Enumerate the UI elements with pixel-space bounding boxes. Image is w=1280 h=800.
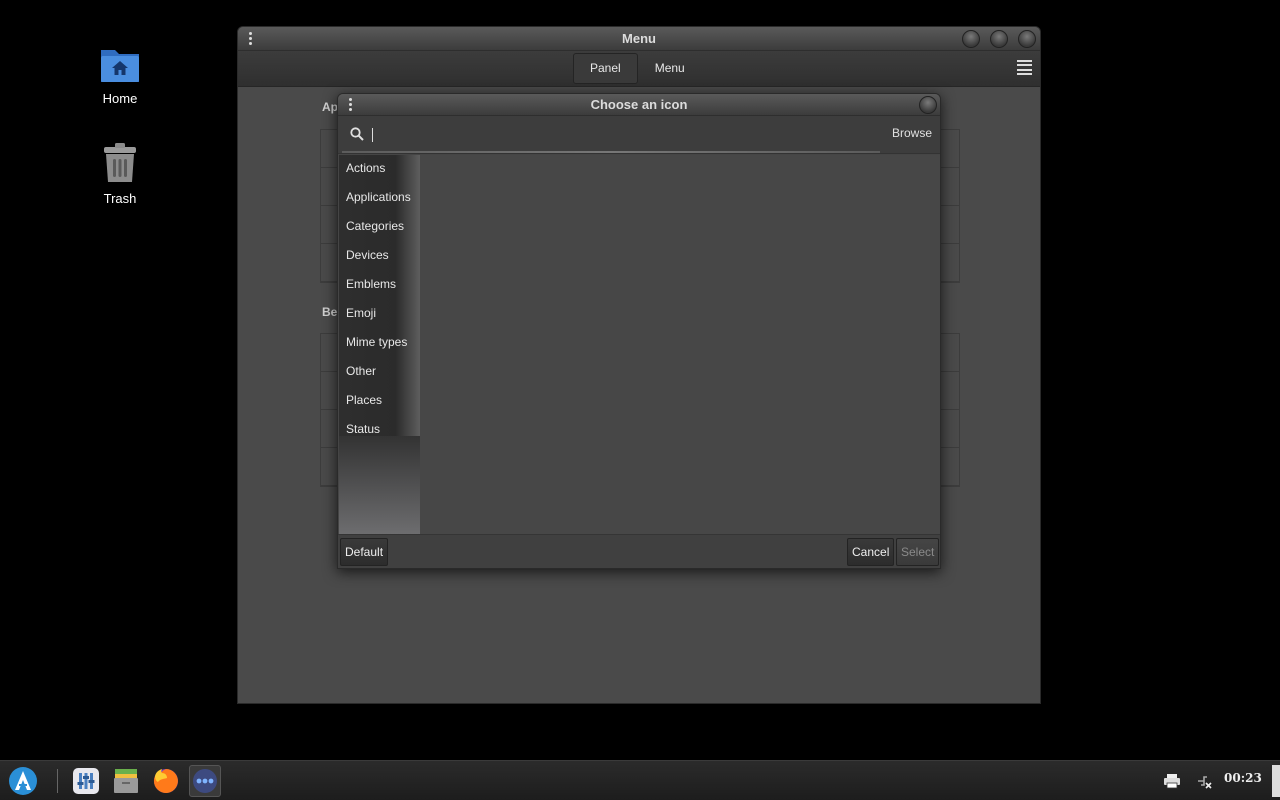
dialog-titlebar[interactable]: Choose an icon (338, 94, 940, 116)
tab-panel[interactable]: Panel (573, 53, 638, 84)
text-cursor (372, 128, 373, 142)
category-emblems[interactable]: Emblems (339, 271, 420, 300)
desktop-icon-label: Trash (103, 191, 137, 206)
firefox-icon (153, 769, 178, 793)
hamburger-menu-icon[interactable] (1017, 60, 1032, 75)
desktop: Home Trash Menu Panel Menu Ap Be Choose … (0, 0, 1280, 760)
minimize-button[interactable] (962, 30, 980, 48)
window-title: Menu (622, 31, 656, 46)
launcher-firefox[interactable] (150, 765, 182, 797)
window-menu-icon[interactable] (348, 98, 354, 112)
launcher-more-apps[interactable] (189, 765, 221, 797)
network-disconnected-icon[interactable] (1195, 772, 1213, 790)
choose-icon-dialog: Choose an icon Browse Actions Applicatio… (337, 93, 941, 569)
sidebar-filler (339, 436, 420, 536)
maximize-button[interactable] (990, 30, 1008, 48)
launcher-files[interactable] (110, 765, 142, 797)
app-menu-button[interactable] (7, 765, 39, 797)
close-button[interactable] (919, 96, 937, 114)
desktop-icon-trash[interactable]: Trash (80, 142, 160, 206)
show-desktop-button[interactable] (1272, 765, 1280, 797)
dialog-title: Choose an icon (590, 97, 688, 112)
clock[interactable]: 00:23 (1224, 771, 1262, 785)
category-applications[interactable]: Applications (339, 184, 420, 213)
category-emoji[interactable]: Emoji (339, 300, 420, 329)
category-categories[interactable]: Categories (339, 213, 420, 242)
main-toolbar: Panel Menu (238, 51, 1040, 87)
category-devices[interactable]: Devices (339, 242, 420, 271)
cancel-button[interactable]: Cancel (847, 538, 895, 566)
browse-button[interactable]: Browse (892, 126, 932, 140)
home-folder-icon (101, 50, 139, 82)
category-sidebar: Actions Applications Categories Devices … (339, 155, 420, 536)
category-mime-types[interactable]: Mime types (339, 329, 420, 358)
launcher-settings[interactable] (70, 765, 102, 797)
close-button[interactable] (1018, 30, 1036, 48)
category-other[interactable]: Other (339, 358, 420, 387)
default-button[interactable]: Default (340, 538, 389, 566)
window-menu-icon[interactable] (248, 32, 254, 46)
more-apps-icon (193, 769, 217, 793)
main-window-titlebar[interactable]: Menu (238, 27, 1040, 51)
category-places[interactable]: Places (339, 387, 420, 416)
search-underline (342, 151, 880, 153)
search-input[interactable] (370, 126, 870, 144)
dialog-footer: Default Cancel Select (338, 534, 940, 568)
desktop-icon-home[interactable]: Home (80, 44, 160, 106)
printer-icon[interactable] (1163, 772, 1181, 790)
search-bar: Browse (338, 116, 940, 154)
file-manager-icon (114, 769, 138, 793)
category-actions[interactable]: Actions (339, 155, 420, 184)
search-icon (350, 127, 364, 141)
section-heading: Be (322, 305, 338, 319)
arch-menu-icon (9, 767, 37, 795)
section-heading: Ap (322, 100, 338, 114)
stack-switcher: Panel Menu (573, 53, 702, 84)
taskbar-separator (57, 769, 58, 793)
settings-manager-icon (73, 768, 99, 794)
select-button[interactable]: Select (896, 538, 940, 566)
icon-grid[interactable] (420, 155, 940, 536)
desktop-icon-label: Home (102, 91, 138, 106)
taskbar: 00:23 (0, 760, 1280, 800)
tab-menu[interactable]: Menu (638, 53, 702, 84)
trash-icon (104, 143, 136, 182)
